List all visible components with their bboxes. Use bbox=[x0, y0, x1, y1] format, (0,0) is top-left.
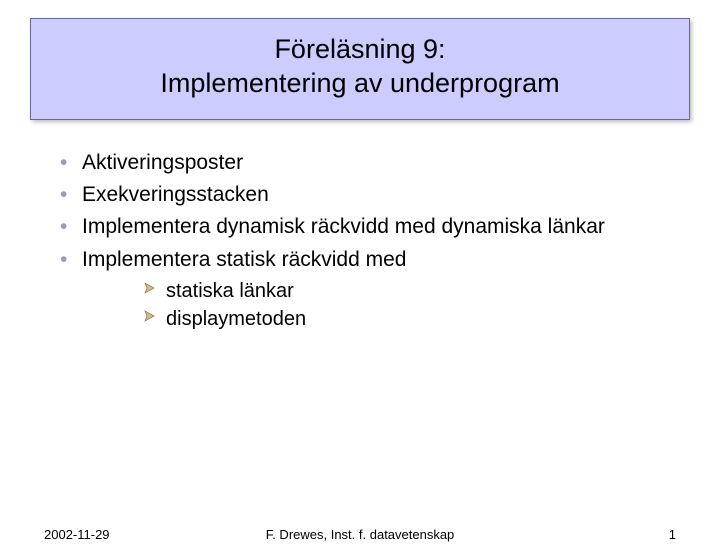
sub-bullet-text: statiska länkar bbox=[166, 280, 294, 302]
bullet-text: Aktiveringsposter bbox=[82, 151, 243, 174]
title-line-1: Föreläsning 9: bbox=[41, 33, 679, 67]
title-line-2: Implementering av underprogram bbox=[41, 67, 679, 101]
list-item: Aktiveringsposter bbox=[60, 148, 660, 178]
bullet-text: Exekveringsstacken bbox=[82, 183, 269, 206]
sub-bullet-text: displaymetoden bbox=[166, 308, 306, 330]
list-item: Exekveringsstacken bbox=[60, 180, 660, 210]
list-item: displaymetoden bbox=[144, 305, 660, 333]
bullet-text: Implementera dynamisk räckvidd med dynam… bbox=[82, 215, 605, 238]
slide-content: Aktiveringsposter Exekveringsstacken Imp… bbox=[60, 148, 660, 334]
list-item: statiska länkar bbox=[144, 277, 660, 305]
bullet-list: Aktiveringsposter Exekveringsstacken Imp… bbox=[60, 148, 660, 334]
bullet-text: Implementera statisk räckvidd med bbox=[82, 248, 406, 271]
list-item: Implementera statisk räckvidd med statis… bbox=[60, 245, 660, 333]
slide-title-box: Föreläsning 9: Implementering av underpr… bbox=[30, 18, 690, 120]
arrow-icon bbox=[144, 282, 156, 294]
sub-bullet-list: statiska länkar displaymetoden bbox=[144, 277, 660, 333]
list-item: Implementera dynamisk räckvidd med dynam… bbox=[60, 212, 660, 242]
arrow-icon bbox=[144, 310, 156, 322]
